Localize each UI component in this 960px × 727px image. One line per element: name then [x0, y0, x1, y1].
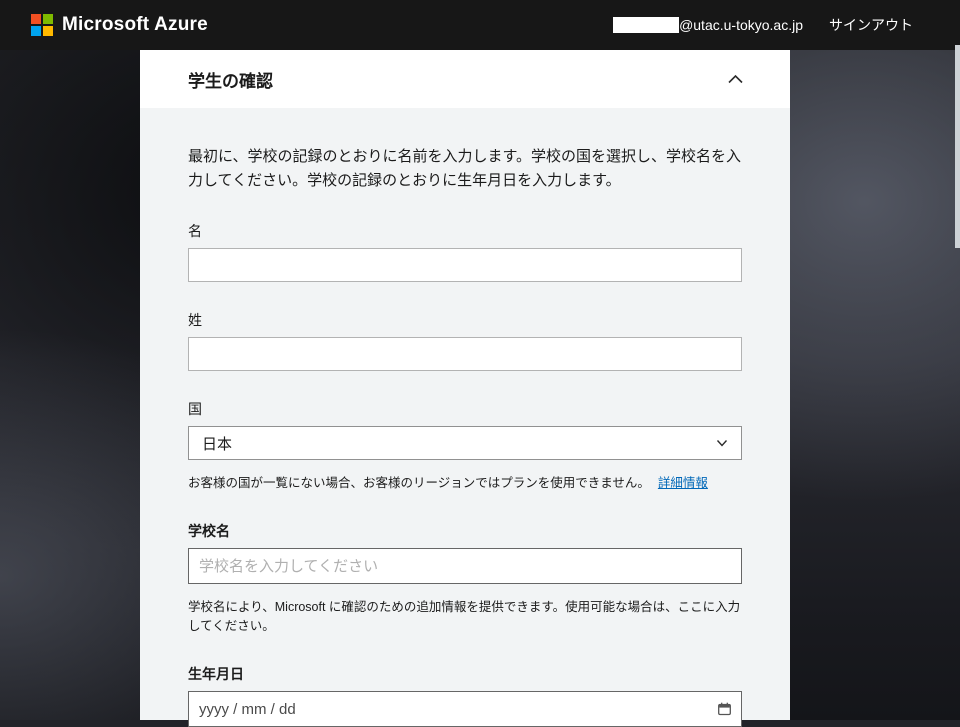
- first-name-input[interactable]: [188, 248, 742, 282]
- chevron-up-icon: [727, 73, 744, 85]
- learn-more-link[interactable]: 詳細情報: [658, 476, 708, 490]
- birth-date-label: 生年月日: [188, 664, 742, 684]
- school-note: 学校名により、Microsoft に確認のための追加情報を提供できます。使用可能…: [188, 598, 742, 636]
- last-name-label: 姓: [188, 310, 742, 330]
- top-bar: Microsoft Azure @utac.u-tokyo.ac.jp サインア…: [0, 0, 960, 50]
- topbar-right: @utac.u-tokyo.ac.jp サインアウト: [613, 15, 913, 35]
- panel-header: 学生の確認: [140, 50, 790, 108]
- last-name-input[interactable]: [188, 337, 742, 371]
- brand-name: Microsoft Azure: [62, 14, 208, 36]
- school-name-input[interactable]: [188, 548, 742, 584]
- school-name-label: 学校名: [188, 521, 742, 541]
- country-group: 国 日本 お客様の国が一覧にない場合、お客様のリージョンではプランを使用できませ…: [188, 399, 742, 493]
- microsoft-logo-icon: [31, 14, 53, 36]
- school-group: 学校名 学校名により、Microsoft に確認のための追加情報を提供できます。…: [188, 521, 742, 636]
- collapse-section-button[interactable]: [725, 71, 746, 87]
- country-selected-value: 日本: [202, 433, 232, 454]
- form-description: 最初に、学校の記録のとおりに名前を入力します。学校の国を選択し、学校名を入力して…: [188, 145, 742, 193]
- panel-title: 学生の確認: [188, 67, 273, 92]
- student-verification-panel: 学生の確認 最初に、学校の記録のとおりに名前を入力します。学校の国を選択し、学校…: [140, 50, 790, 720]
- country-select[interactable]: 日本: [188, 426, 742, 460]
- panel-body: 最初に、学校の記録のとおりに名前を入力します。学校の国を選択し、学校名を入力して…: [140, 108, 790, 727]
- account-email-domain: @utac.u-tokyo.ac.jp: [679, 17, 803, 33]
- account-email: @utac.u-tokyo.ac.jp: [613, 17, 803, 33]
- calendar-icon[interactable]: [717, 702, 732, 717]
- birth-date-input[interactable]: [188, 691, 742, 727]
- birth-date-field: [188, 691, 742, 727]
- redacted-username: [613, 17, 679, 33]
- signout-button[interactable]: サインアウト: [829, 15, 913, 35]
- brand: Microsoft Azure: [31, 14, 208, 36]
- last-name-group: 姓: [188, 310, 742, 371]
- scrollbar-thumb[interactable]: [955, 45, 960, 248]
- birth-date-group: 生年月日: [188, 664, 742, 727]
- country-note-text: お客様の国が一覧にない場合、お客様のリージョンではプランを使用できません。: [188, 476, 650, 490]
- country-note: お客様の国が一覧にない場合、お客様のリージョンではプランを使用できません。詳細情…: [188, 474, 742, 493]
- country-label: 国: [188, 399, 742, 419]
- first-name-label: 名: [188, 221, 742, 241]
- first-name-group: 名: [188, 221, 742, 282]
- chevron-down-icon: [716, 438, 728, 448]
